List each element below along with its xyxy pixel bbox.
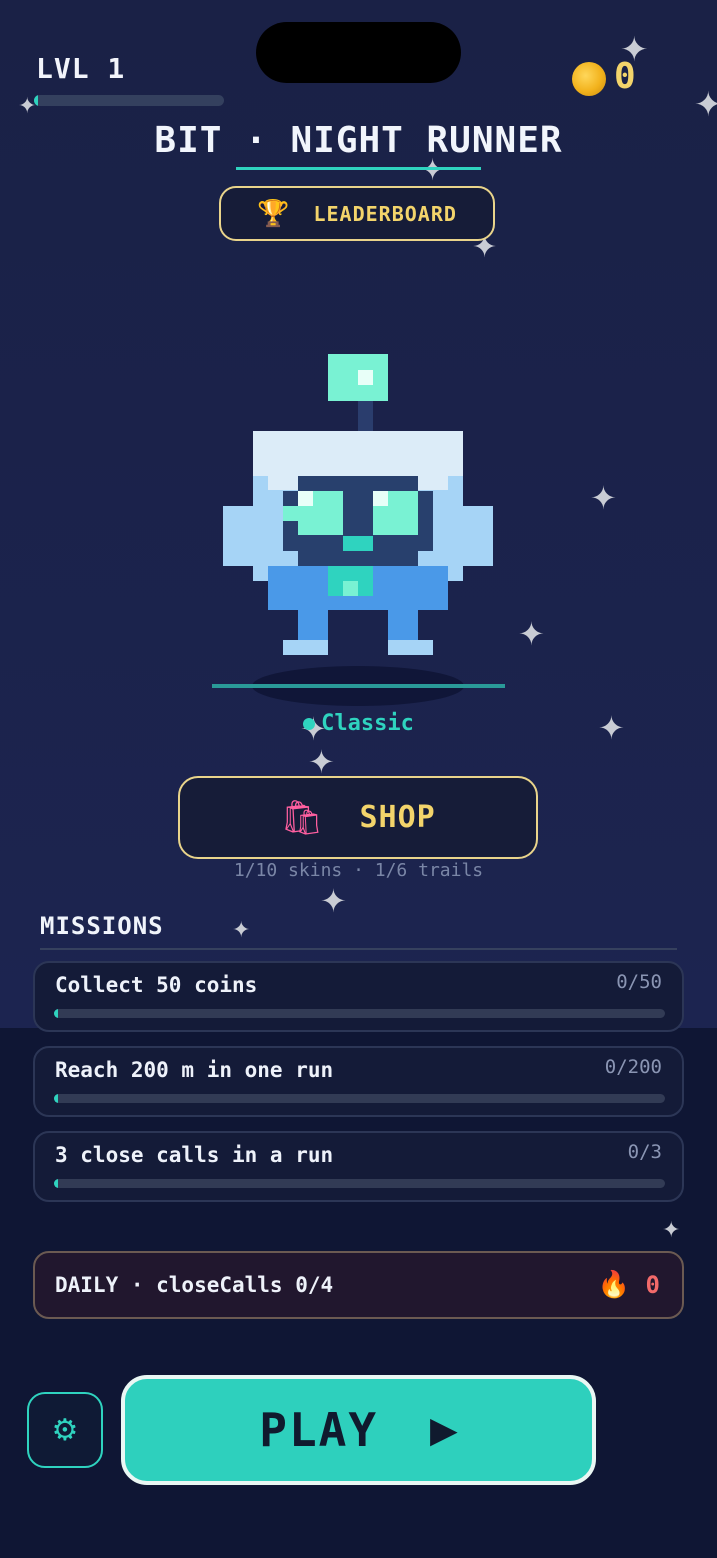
level-label: LVL 1	[36, 52, 126, 85]
leaderboard-label: LEADERBOARD	[313, 201, 457, 226]
skin-name: Classic	[321, 711, 414, 736]
xp-progress-bar	[34, 95, 224, 106]
skin-name-label: Classic	[0, 711, 717, 736]
play-label: PLAY	[259, 1403, 379, 1457]
daily-challenge-label: DAILY · closeCalls 0/4	[55, 1273, 334, 1297]
star-icon: ✦	[694, 85, 717, 125]
trophy-icon: 🏆	[257, 198, 290, 229]
coin-count: 0	[614, 56, 636, 97]
gear-icon: ⚙	[51, 1412, 79, 1448]
mission-card: 3 close calls in a run 0/3	[33, 1131, 684, 1202]
mission-card: Collect 50 coins 0/50	[33, 961, 684, 1032]
fire-icon: 🔥	[597, 1270, 630, 1300]
shopping-bag-icon: 🛍	[280, 797, 324, 838]
mission-progress-bar	[54, 1179, 665, 1188]
star-icon: ✦	[662, 1218, 681, 1243]
mission-label: 3 close calls in a run	[55, 1143, 334, 1167]
daily-streak-count: 0	[645, 1271, 660, 1299]
mission-progress-text: 0/200	[604, 1056, 662, 1078]
play-triangle-icon: ▶	[430, 1409, 458, 1451]
mission-progress-bar	[54, 1094, 665, 1103]
settings-button[interactable]: ⚙	[27, 1392, 103, 1468]
mission-progress-text: 0/3	[627, 1141, 662, 1163]
game-title: BIT · NIGHT RUNNER	[154, 120, 563, 161]
coin-icon	[572, 62, 606, 96]
leaderboard-button[interactable]: 🏆 LEADERBOARD	[219, 186, 495, 241]
star-icon: ✦	[308, 743, 335, 781]
star-icon: ✦	[590, 479, 617, 517]
star-icon: ✦	[320, 882, 347, 920]
play-button[interactable]: PLAY ▶	[121, 1375, 596, 1485]
star-icon: ✦	[232, 918, 251, 943]
mission-progress-bar	[54, 1009, 665, 1018]
daily-challenge-card[interactable]: DAILY · closeCalls 0/4 🔥 0	[33, 1251, 684, 1319]
mission-progress-fill	[54, 1009, 58, 1018]
missions-divider	[40, 948, 677, 950]
device-notch	[256, 22, 461, 83]
mission-progress-text: 0/50	[616, 971, 662, 993]
shop-button[interactable]: 🛍 SHOP	[178, 776, 538, 859]
missions-heading: MISSIONS	[40, 912, 164, 940]
mission-card: Reach 200 m in one run 0/200	[33, 1046, 684, 1117]
mission-progress-fill	[54, 1179, 58, 1188]
mission-label: Reach 200 m in one run	[55, 1058, 334, 1082]
character-platform	[212, 684, 505, 688]
skin-indicator-dot	[303, 718, 316, 730]
star-icon: ✦	[518, 615, 545, 653]
shop-label: SHOP	[359, 800, 436, 835]
mission-label: Collect 50 coins	[55, 973, 258, 997]
title-underline	[236, 167, 481, 170]
character-sprite[interactable]	[223, 354, 493, 656]
mission-progress-fill	[54, 1094, 58, 1103]
shop-unlock-summary: 1/10 skins · 1/6 trails	[233, 860, 484, 881]
